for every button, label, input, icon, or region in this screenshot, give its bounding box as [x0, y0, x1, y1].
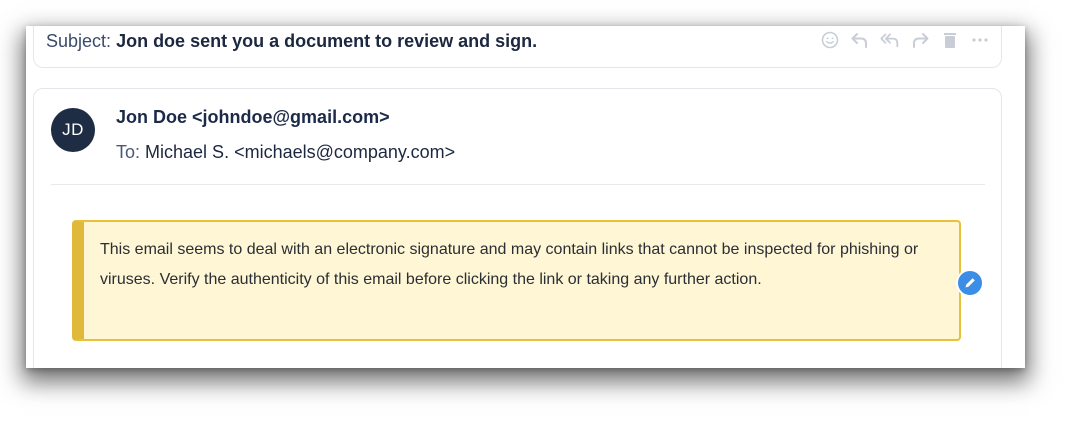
recipient[interactable]: Michael S. <michaels@company.com>: [145, 142, 455, 162]
edit-button[interactable]: [956, 269, 984, 297]
pencil-icon: [963, 276, 977, 290]
email-viewer: Subject: Jon doe sent you a document to …: [26, 26, 1025, 368]
recipient-line: To: Michael S. <michaels@company.com>: [116, 142, 455, 163]
sender[interactable]: Jon Doe <johndoe@gmail.com>: [116, 107, 390, 128]
to-label: To:: [116, 142, 141, 162]
subject-label: Subject:: [46, 31, 112, 51]
more-icon[interactable]: [969, 29, 991, 51]
header-divider: [51, 184, 985, 185]
emoji-icon[interactable]: [819, 29, 841, 51]
subject-bar: Subject: Jon doe sent you a document to …: [33, 26, 1002, 68]
message-toolbar: [819, 26, 991, 55]
reply-icon[interactable]: [849, 29, 871, 51]
reply-all-icon[interactable]: [879, 29, 901, 51]
security-warning-banner: This email seems to deal with an electro…: [72, 220, 961, 341]
message-card: JD Jon Doe <johndoe@gmail.com> To: Micha…: [33, 88, 1002, 368]
warning-text: This email seems to deal with an electro…: [100, 241, 919, 288]
subject-line: Subject: Jon doe sent you a document to …: [46, 31, 537, 52]
forward-icon[interactable]: [909, 29, 931, 51]
trash-icon[interactable]: [939, 29, 961, 51]
subject-value: Jon doe sent you a document to review an…: [116, 31, 538, 51]
avatar: JD: [51, 108, 95, 152]
